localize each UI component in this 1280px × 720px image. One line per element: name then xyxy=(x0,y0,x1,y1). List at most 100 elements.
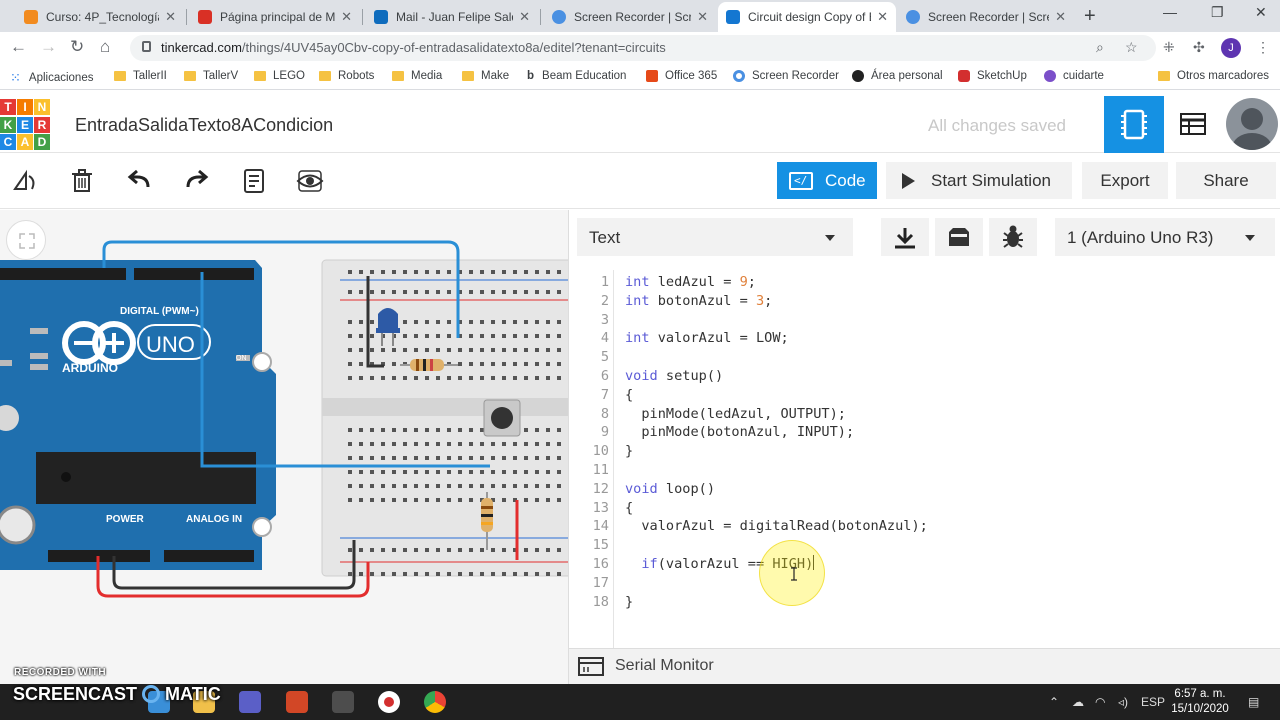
breadboard-hole xyxy=(436,376,440,380)
extensions-icon[interactable]: ⁜ xyxy=(1163,39,1175,56)
logo-letter: D xyxy=(34,134,50,151)
visibility-eye-icon[interactable] xyxy=(296,167,324,195)
minimize-icon[interactable]: — xyxy=(1163,4,1177,20)
code-line[interactable]: void setup() xyxy=(625,367,723,386)
bookmark-screen-recorder[interactable]: Screen Recorder xyxy=(733,70,839,82)
tab-circuit-design[interactable]: Circuit design Copy of E ✕ xyxy=(718,2,896,32)
code-mode-dropdown[interactable]: Text xyxy=(577,218,853,256)
puzzle-icon[interactable]: ✣ xyxy=(1193,39,1205,56)
component-list-button[interactable] xyxy=(1164,96,1222,153)
bookmark-folder[interactable]: Media xyxy=(392,70,442,82)
code-line[interactable]: { xyxy=(625,499,633,518)
zoom-icon[interactable]: ⌕ xyxy=(1096,39,1104,56)
forward-icon[interactable]: → xyxy=(40,37,57,57)
screen-recorder-taskbar-icon[interactable] xyxy=(378,691,400,713)
undo-icon[interactable] xyxy=(126,167,154,195)
new-tab-icon[interactable]: + xyxy=(1084,5,1096,28)
back-icon[interactable]: ← xyxy=(10,37,27,57)
code-line[interactable]: int valorAzul = LOW; xyxy=(625,329,789,348)
close-icon[interactable]: ✕ xyxy=(341,9,352,25)
code-line[interactable]: pinMode(botonAzul, INPUT); xyxy=(625,423,854,442)
tab-curso[interactable]: Curso: 4P_Tecnología_8 ✕ xyxy=(16,2,184,32)
cloud-icon[interactable]: ☁ xyxy=(1072,695,1084,709)
system-clock[interactable]: 6:57 a. m. 15/10/2020 xyxy=(1168,687,1232,717)
bookmark-cuidarte[interactable]: cuidarte xyxy=(1044,70,1104,82)
lock-icon xyxy=(142,41,151,52)
close-icon[interactable]: ✕ xyxy=(519,9,530,25)
close-icon[interactable]: ✕ xyxy=(697,9,708,25)
redo-icon[interactable] xyxy=(182,167,210,195)
rotate-icon[interactable] xyxy=(12,167,40,195)
breadboard[interactable] xyxy=(321,259,568,577)
chrome-taskbar-icon[interactable] xyxy=(424,691,446,713)
bookmark-folder[interactable]: Make xyxy=(462,70,509,82)
close-icon[interactable]: ✕ xyxy=(165,9,176,25)
bookmark-folder[interactable]: TallerII xyxy=(114,70,167,82)
bookmark-sketchup[interactable]: SketchUp xyxy=(958,70,1027,82)
code-line[interactable]: int botonAzul = 3; xyxy=(625,292,772,311)
bookmark-star-icon[interactable]: ☆ xyxy=(1125,39,1138,56)
breadboard-hole xyxy=(513,376,517,380)
code-line[interactable]: { xyxy=(625,386,633,405)
notes-icon[interactable] xyxy=(240,167,268,195)
code-line[interactable]: int ledAzul = 9; xyxy=(625,273,756,292)
tinkercad-logo[interactable]: TIN KER CAD xyxy=(0,99,52,151)
bookmark-area-personal[interactable]: Área personal xyxy=(852,70,943,82)
breadboard-hole xyxy=(392,376,396,380)
restore-icon[interactable]: ❐ xyxy=(1211,4,1224,21)
tray-chevron-up-icon[interactable]: ⌃ xyxy=(1049,695,1059,709)
bookmark-office365[interactable]: Office 365 xyxy=(646,70,717,82)
start-simulation-button[interactable]: Start Simulation xyxy=(886,162,1072,199)
teams-taskbar-icon[interactable] xyxy=(239,691,261,713)
pushbutton[interactable] xyxy=(483,399,521,437)
window-close-icon[interactable]: ✕ xyxy=(1255,4,1267,21)
code-line[interactable]: } xyxy=(625,442,633,461)
reload-icon[interactable]: ↻ xyxy=(70,37,84,57)
wifi-icon[interactable]: ◠ xyxy=(1095,695,1105,709)
notifications-icon[interactable]: ▤ xyxy=(1248,695,1259,709)
code-line[interactable]: pinMode(ledAzul, OUTPUT); xyxy=(625,405,846,424)
code-line[interactable]: valorAzul = digitalRead(botonAzul); xyxy=(625,517,927,536)
circuit-canvas[interactable]: ARDUINO UNO DIGITAL (PWM~) POWER ANALOG … xyxy=(0,210,568,684)
serial-monitor-toggle[interactable]: Serial Monitor xyxy=(569,648,1280,684)
tab-mail[interactable]: Mail - Juan Felipe Salda ✕ xyxy=(366,2,538,32)
profile-avatar[interactable]: J xyxy=(1221,38,1241,58)
menu-icon[interactable]: ⋮ xyxy=(1256,39,1270,56)
browser-navigation-bar: ← → ↻ ⌂ tinkercad.com/things/4UV45ay0Cbv… xyxy=(0,32,1280,64)
user-avatar[interactable] xyxy=(1226,98,1278,150)
powerpoint-taskbar-icon[interactable] xyxy=(286,691,308,713)
code-editor[interactable]: 1 int ledAzul = 9; 2 int botonAzul = 3; 3 4 in… xyxy=(569,270,1280,648)
breadboard-hole xyxy=(425,442,429,446)
code-button[interactable]: </ Code xyxy=(777,162,877,199)
close-icon[interactable]: ✕ xyxy=(1055,9,1066,25)
bookmark-apps[interactable]: ⁙ Aplicaciones xyxy=(10,70,93,86)
project-title[interactable]: EntradaSalidaTexto8ACondicion xyxy=(75,115,333,136)
device-dropdown[interactable]: 1 (Arduino Uno R3) xyxy=(1055,218,1275,256)
bookmark-folder[interactable]: TallerV xyxy=(184,70,238,82)
home-icon[interactable]: ⌂ xyxy=(100,37,110,57)
code-line[interactable]: } xyxy=(625,593,633,612)
download-code-button[interactable] xyxy=(881,218,929,256)
volume-icon[interactable]: ◃) xyxy=(1118,695,1128,709)
circuit-view-button[interactable] xyxy=(1104,96,1164,153)
code-line[interactable]: void loop() xyxy=(625,480,715,499)
tab-screen-recorder-2[interactable]: Screen Recorder | Scre ✕ xyxy=(898,2,1074,32)
libraries-button[interactable] xyxy=(935,218,983,256)
debugger-button[interactable] xyxy=(989,218,1037,256)
trash-icon[interactable] xyxy=(68,167,96,195)
keyboard-language[interactable]: ESP xyxy=(1141,695,1165,709)
export-button[interactable]: Export xyxy=(1082,162,1168,199)
bug-icon xyxy=(1003,225,1023,248)
tab-screen-recorder[interactable]: Screen Recorder | Scre ✕ xyxy=(544,2,716,32)
bookmark-folder[interactable]: LEGO xyxy=(254,70,305,82)
breadboard-hole xyxy=(557,572,561,576)
breadboard-hole xyxy=(458,498,462,502)
app-taskbar-icon[interactable] xyxy=(332,691,354,713)
bookmark-folder[interactable]: Robots xyxy=(319,70,374,82)
close-icon[interactable]: ✕ xyxy=(877,9,888,25)
share-button[interactable]: Share xyxy=(1176,162,1276,199)
bookmark-otros[interactable]: Otros marcadores xyxy=(1158,70,1269,82)
tab-pagina-principal[interactable]: Página principal de Mic ✕ xyxy=(190,2,360,32)
address-bar[interactable]: tinkercad.com/things/4UV45ay0Cbv-copy-of… xyxy=(130,35,1156,61)
bookmark-beam[interactable]: b Beam Education xyxy=(527,70,626,82)
